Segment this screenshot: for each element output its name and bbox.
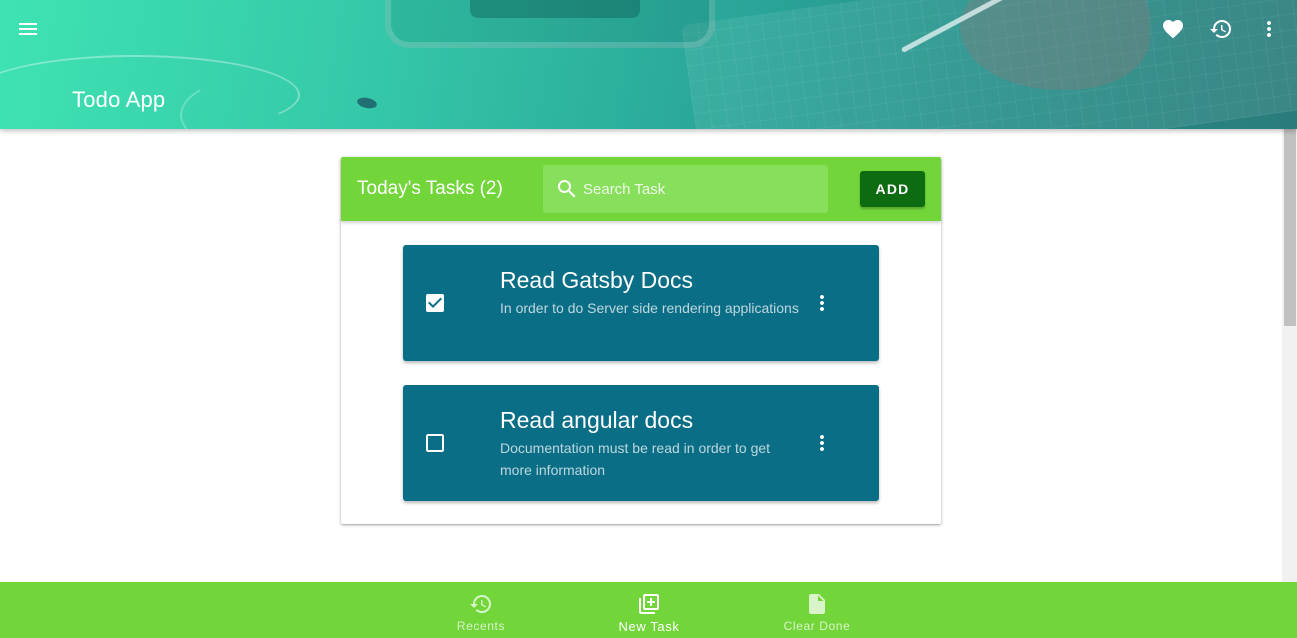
header-background-cable-2 xyxy=(180,70,400,129)
tasks-card-title: Today's Tasks (2) xyxy=(357,178,503,199)
add-task-button[interactable]: ADD xyxy=(860,171,925,207)
task-more-button[interactable] xyxy=(810,291,834,315)
header-background-earbud xyxy=(356,96,378,110)
header-background-pen xyxy=(900,0,1010,53)
scrollbar-thumb[interactable] xyxy=(1284,129,1296,326)
menu-button[interactable] xyxy=(8,9,48,49)
task-checkbox-unchecked[interactable] xyxy=(423,431,447,455)
more-vert-icon xyxy=(1267,21,1271,37)
more-options-button[interactable] xyxy=(1249,9,1289,49)
history-icon xyxy=(1210,20,1231,39)
search-input[interactable] xyxy=(583,177,813,201)
search-icon xyxy=(555,177,579,201)
task-item[interactable]: Read angular docs Documentation must be … xyxy=(403,385,879,501)
task-item[interactable]: Read Gatsby Docs In order to do Server s… xyxy=(403,245,879,361)
header-background-hand xyxy=(960,0,1150,90)
favorites-button[interactable] xyxy=(1153,9,1193,49)
task-description: Documentation must be read in order to g… xyxy=(500,440,771,478)
nav-item-clear-done[interactable]: Clear Done xyxy=(733,582,901,638)
task-more-button[interactable] xyxy=(810,431,834,455)
note-icon xyxy=(805,592,829,616)
tasks-card-header: Today's Tasks (2) ADD xyxy=(341,157,941,221)
more-vert-icon xyxy=(820,295,824,311)
menu-icon xyxy=(19,23,37,35)
bottom-navigation: Recents New Task Clear Done xyxy=(0,582,1297,638)
search-box[interactable] xyxy=(543,165,828,213)
task-title: Read angular docs xyxy=(500,407,694,433)
history-icon xyxy=(469,592,493,616)
nav-label: Recents xyxy=(456,619,506,633)
task-description: In order to do Server side rendering app… xyxy=(500,300,799,316)
heart-icon xyxy=(1163,20,1183,39)
nav-label: New Task xyxy=(618,619,680,634)
header-background-laptop xyxy=(385,0,715,48)
header-background-laptop-screen xyxy=(470,0,640,18)
app-title: Todo App xyxy=(72,87,166,112)
library-add-icon xyxy=(637,592,661,616)
app-bar: Todo App xyxy=(0,0,1297,129)
tasks-card: Today's Tasks (2) ADD Read Gatsby Docs I… xyxy=(341,157,941,524)
checkbox-checked-icon xyxy=(426,294,444,312)
task-checkbox-checked[interactable] xyxy=(423,291,447,315)
nav-label: Clear Done xyxy=(783,619,851,633)
nav-item-recents[interactable]: Recents xyxy=(397,582,565,638)
nav-item-new-task[interactable]: New Task xyxy=(565,582,733,638)
history-button[interactable] xyxy=(1201,9,1241,49)
more-vert-icon xyxy=(820,435,824,451)
checkbox-unchecked-icon xyxy=(426,434,444,452)
task-title: Read Gatsby Docs xyxy=(500,267,694,293)
